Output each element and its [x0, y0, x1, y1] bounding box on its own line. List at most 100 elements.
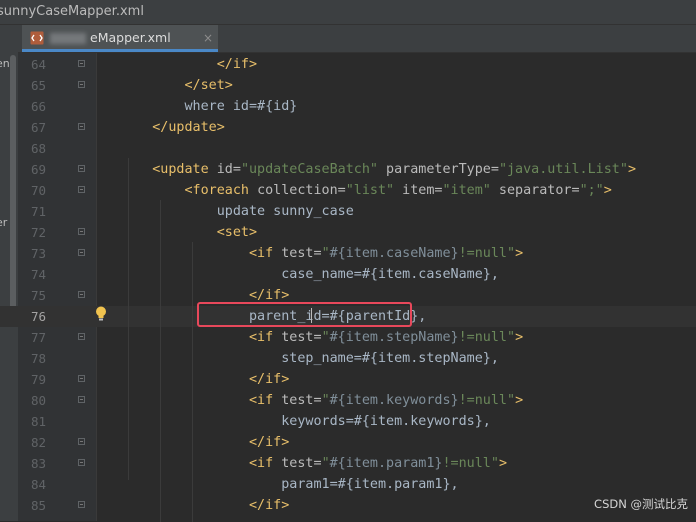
redacted-text — [50, 33, 86, 44]
line-number: 65 — [30, 78, 46, 93]
code-token: case_name=#{item.caseName}, — [120, 267, 499, 282]
code-token: #{item.param1} — [329, 456, 443, 471]
code-text: update sunny_case — [120, 201, 354, 222]
csdn-watermark: CSDN @测试比克 — [594, 497, 688, 511]
fold-marker-icon[interactable] — [78, 165, 85, 172]
code-text: </if> — [120, 495, 289, 516]
fold-marker-icon[interactable] — [78, 438, 85, 445]
code-token: !=null" — [458, 393, 516, 408]
code-line[interactable]: 67 </update> — [0, 117, 696, 138]
line-number: 79 — [30, 372, 46, 387]
indent-guide — [128, 158, 129, 480]
line-number: 73 — [30, 246, 46, 261]
line-number: 77 — [30, 330, 46, 345]
code-token: > — [515, 330, 524, 345]
code-token: "item" — [442, 183, 491, 198]
fold-marker-icon[interactable] — [78, 333, 85, 340]
fold-marker-icon[interactable] — [78, 375, 85, 382]
fold-marker-icon[interactable] — [78, 249, 85, 256]
code-token: ";" — [579, 183, 604, 198]
code-text: </if> — [120, 369, 289, 390]
code-line[interactable]: 83 <if test="#{item.param1}!=null"> — [0, 453, 696, 474]
code-token: !=null" — [458, 330, 516, 345]
code-line[interactable]: 79 </if> — [0, 369, 696, 390]
code-text: </if> — [120, 54, 257, 75]
code-line[interactable]: 74 case_name=#{item.caseName}, — [0, 264, 696, 285]
line-number: 67 — [30, 120, 46, 135]
code-token: "list" — [345, 183, 395, 198]
code-text: keywords=#{item.keywords}, — [120, 411, 491, 432]
code-line[interactable]: 82 </if> — [0, 432, 696, 453]
code-text: param1=#{item.param1}, — [120, 474, 459, 495]
highlight-annotation-box — [197, 302, 412, 327]
line-number: 75 — [30, 288, 46, 303]
code-line[interactable]: 66 where id=#{id} — [0, 96, 696, 117]
fold-marker-icon[interactable] — [78, 228, 85, 235]
indent-guide — [160, 200, 161, 522]
code-line[interactable]: 73 <if test="#{item.caseName}!=null"> — [0, 243, 696, 264]
close-tab-icon[interactable]: × — [203, 25, 213, 51]
code-token: </if> — [120, 435, 290, 450]
code-token: > — [627, 162, 636, 177]
indent-guide — [192, 242, 193, 522]
line-number: 66 — [30, 99, 46, 114]
fold-marker-icon[interactable] — [78, 123, 85, 130]
code-line[interactable]: 71 update sunny_case — [0, 201, 696, 222]
fold-marker-icon[interactable] — [78, 459, 85, 466]
code-line[interactable]: 81 keywords=#{item.keywords}, — [0, 411, 696, 432]
code-line[interactable]: 78 step_name=#{item.stepName}, — [0, 348, 696, 369]
code-line[interactable]: 65 </set> — [0, 75, 696, 96]
tab-label: eMapper.xml — [90, 30, 171, 45]
code-line[interactable]: 84 param1=#{item.param1}, — [0, 474, 696, 495]
code-token: <if — [120, 456, 282, 471]
code-token: </if> — [120, 288, 290, 303]
code-line[interactable]: 80 <if test="#{item.keywords}!=null"> — [0, 390, 696, 411]
intention-bulb-icon[interactable] — [94, 305, 108, 323]
line-number: 68 — [30, 141, 46, 156]
code-token: param1=#{item.param1}, — [120, 477, 459, 492]
code-token: where id=#{id} — [120, 99, 298, 114]
code-token: #{item.keywords} — [329, 393, 459, 408]
line-number: 84 — [30, 477, 46, 492]
code-token: separator= — [490, 183, 580, 198]
fold-marker-icon[interactable] — [78, 81, 85, 88]
code-token: " — [321, 456, 330, 471]
code-token: test= — [281, 393, 322, 408]
fold-marker-icon[interactable] — [78, 396, 85, 403]
code-token: test= — [281, 330, 322, 345]
code-line[interactable]: 77 <if test="#{item.stepName}!=null"> — [0, 327, 696, 348]
code-line[interactable]: 68 — [0, 138, 696, 159]
fold-marker-icon[interactable] — [78, 186, 85, 193]
fold-marker-icon[interactable] — [78, 291, 85, 298]
code-token: "java.util.List" — [498, 162, 628, 177]
code-token: <set> — [120, 225, 258, 240]
editor-tab-sunnycasemapper[interactable]: eMapper.xml × — [22, 25, 218, 52]
xml-file-icon — [30, 31, 44, 45]
line-number: 74 — [30, 267, 46, 282]
code-line[interactable]: 69 <update id="updateCaseBatch" paramete… — [0, 159, 696, 180]
code-token: !=null" — [442, 456, 499, 471]
code-token: step_name=#{item.stepName}, — [120, 351, 499, 366]
code-text: <update id="updateCaseBatch" parameterTy… — [120, 159, 636, 180]
fold-marker-icon[interactable] — [78, 501, 85, 508]
code-token: keywords=#{item.keywords}, — [120, 414, 491, 429]
code-text: </set> — [120, 75, 233, 96]
code-line[interactable]: 70 <foreach collection="list" item="item… — [0, 180, 696, 201]
code-text: <if test="#{item.param1}!=null"> — [120, 453, 507, 474]
code-token: <if — [120, 330, 282, 345]
window-title-bar: sunnyCaseMapper.xml — [0, 0, 696, 25]
line-number: 70 — [30, 183, 46, 198]
code-token: </if> — [120, 372, 290, 387]
code-token: </set> — [120, 78, 233, 93]
code-line[interactable]: 72 <set> — [0, 222, 696, 243]
code-token: <update — [120, 162, 217, 177]
code-token: > — [603, 183, 612, 198]
code-line[interactable]: 85 </if> — [0, 495, 696, 516]
code-line[interactable]: 64 </if> — [0, 54, 696, 75]
line-number: 69 — [30, 162, 46, 177]
code-token: > — [515, 246, 524, 261]
code-text: <set> — [120, 222, 257, 243]
code-token: <if — [120, 393, 282, 408]
fold-marker-icon[interactable] — [78, 60, 85, 67]
code-token: > — [515, 393, 524, 408]
